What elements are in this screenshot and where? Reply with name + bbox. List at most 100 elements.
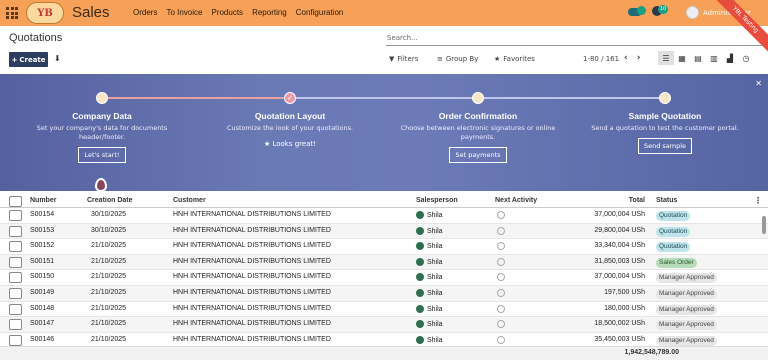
row-checkbox[interactable] (9, 272, 22, 284)
cell-next-activity[interactable] (497, 304, 505, 313)
cell-next-activity[interactable] (497, 320, 505, 329)
plus-icon: + (11, 55, 18, 64)
close-icon[interactable]: ✕ (755, 79, 762, 88)
cell-salesperson: Shila (416, 257, 443, 266)
row-checkbox[interactable] (9, 225, 22, 237)
cell-number[interactable]: S00150 (30, 273, 54, 280)
header-creation-date[interactable]: Creation Date (87, 197, 133, 204)
app-name[interactable]: Sales (72, 4, 110, 21)
next-icon[interactable]: › (637, 53, 641, 63)
cell-next-activity[interactable] (497, 288, 505, 297)
user-avatar[interactable] (686, 6, 699, 19)
optional-columns-icon[interactable]: ⋮ (754, 196, 762, 205)
filters-button[interactable]: ▼ Filters (389, 55, 418, 63)
table-row[interactable]: S00151 21/10/2025 HNH INTERNATIONAL DISTRI… (0, 254, 768, 271)
salesperson-avatar-icon (416, 288, 424, 297)
table-row[interactable]: S00153 30/10/2025 HNH INTERNATIONAL DISTRI… (0, 223, 768, 240)
prev-icon[interactable]: ‹ (624, 53, 628, 63)
table-row[interactable]: S00147 21/10/2025 HNH INTERNATIONAL DISTRI… (0, 317, 768, 333)
favorites-label: Favorites (503, 55, 535, 63)
table-row[interactable]: S00148 21/10/2025 HNH INTERNATIONAL DISTRI… (0, 302, 768, 318)
create-button[interactable]: + Create (9, 52, 48, 67)
row-checkbox[interactable] (9, 287, 22, 299)
scrollbar[interactable] (762, 216, 766, 234)
company-logo: YB (26, 2, 64, 24)
cell-next-activity[interactable] (497, 335, 505, 344)
clock-icon[interactable] (497, 242, 505, 251)
clock-icon[interactable] (497, 304, 505, 313)
cell-creation-date: 30/10/2025 (91, 211, 127, 218)
header-total[interactable]: Total (629, 197, 645, 204)
table-row[interactable]: S00154 30/10/2025 HNH INTERNATIONAL DISTRI… (0, 208, 768, 224)
pager-arrows: ‹ › (624, 53, 640, 63)
header-next-activity[interactable]: Next Activity (495, 197, 537, 204)
kanban-view-icon[interactable]: ▦ (674, 51, 690, 65)
set-payments-button[interactable]: Set payments (449, 147, 507, 163)
table-header: Number Creation Date Customer Salesperso… (0, 194, 768, 208)
cell-creation-date: 21/10/2025 (91, 242, 127, 250)
cell-number[interactable]: S00149 (30, 289, 54, 296)
row-checkbox[interactable] (9, 256, 22, 268)
cell-number[interactable]: S00148 (30, 305, 54, 312)
send-sample-button[interactable]: Send sample (637, 138, 693, 154)
clock-icon[interactable] (497, 273, 505, 282)
cell-number[interactable]: S00151 (30, 258, 54, 265)
row-checkbox[interactable] (9, 303, 22, 315)
clock-icon[interactable] (497, 320, 505, 329)
clock-icon[interactable] (497, 288, 505, 297)
table-row[interactable]: S00149 21/10/2025 HNH INTERNATIONAL DISTRI… (0, 285, 768, 302)
salesperson-avatar-icon (416, 211, 424, 219)
group-by-button[interactable]: ≡ Group By (437, 55, 478, 63)
select-all-checkbox[interactable] (9, 196, 22, 207)
menu-to-invoice[interactable]: To Invoice (166, 8, 202, 17)
step-title[interactable]: Quotation Layout (210, 111, 370, 121)
list-view-icon[interactable]: ☰ (658, 51, 674, 65)
cell-next-activity[interactable] (497, 273, 505, 282)
cell-number[interactable]: S00146 (30, 336, 54, 343)
calendar-view-icon[interactable]: ▤ (690, 51, 706, 65)
row-checkbox[interactable] (9, 319, 22, 331)
row-checkbox[interactable] (9, 210, 22, 221)
onboarding-banner: ✕ ✓ Company Data Set your company's data… (0, 74, 768, 192)
cell-number[interactable]: S00153 (30, 227, 54, 234)
cell-number[interactable]: S00147 (30, 320, 54, 327)
step-title[interactable]: Sample Quotation (585, 111, 745, 121)
clock-icon[interactable] (497, 226, 505, 235)
apps-menu-icon[interactable] (6, 7, 18, 19)
menu-configuration[interactable]: Configuration (296, 8, 344, 17)
lets-start-button[interactable]: Let's start! (78, 147, 126, 163)
cell-next-activity[interactable] (497, 226, 505, 235)
cell-status: Quotation (656, 242, 691, 253)
header-salesperson[interactable]: Salesperson (416, 197, 458, 204)
cell-next-activity[interactable] (497, 242, 505, 251)
clock-icon[interactable] (497, 211, 505, 219)
pivot-view-icon[interactable]: ▥ (706, 51, 722, 65)
graph-view-icon[interactable]: ▟ (722, 51, 738, 65)
clock-icon[interactable] (497, 335, 505, 344)
menu-orders[interactable]: Orders (133, 8, 157, 17)
pager-value[interactable]: 1-80 / 161 (583, 55, 619, 63)
header-customer[interactable]: Customer (173, 197, 206, 204)
cell-customer: HNH INTERNATIONAL DISTRIBUTIONS LIMITED (173, 211, 331, 218)
table-row[interactable]: S00150 21/10/2025 HNH INTERNATIONAL DISTRI… (0, 270, 768, 286)
header-status[interactable]: Status (656, 197, 677, 204)
header-number[interactable]: Number (30, 197, 56, 204)
table-row[interactable]: S00152 21/10/2025 HNH INTERNATIONAL DISTRI… (0, 239, 768, 255)
menu-products[interactable]: Products (211, 8, 243, 17)
step-title[interactable]: Order Confirmation (398, 111, 558, 121)
menu-reporting[interactable]: Reporting (252, 8, 287, 17)
clock-icon[interactable] (497, 257, 505, 266)
row-checkbox[interactable] (9, 334, 22, 346)
step-title[interactable]: Company Data (22, 111, 182, 121)
cell-number[interactable]: S00152 (30, 242, 54, 249)
cell-number[interactable]: S00154 (30, 211, 54, 218)
activity-view-icon[interactable]: ◷ (738, 51, 754, 65)
cell-next-activity[interactable] (497, 211, 505, 219)
cell-status: Manager Approved (656, 335, 717, 346)
cell-salesperson: Shila (416, 273, 443, 282)
favorites-button[interactable]: ★ Favorites (494, 55, 535, 63)
cell-next-activity[interactable] (497, 257, 505, 266)
row-checkbox[interactable] (9, 241, 22, 253)
search-input[interactable]: Search... (386, 34, 763, 46)
download-icon[interactable]: ⬇ (54, 54, 61, 63)
